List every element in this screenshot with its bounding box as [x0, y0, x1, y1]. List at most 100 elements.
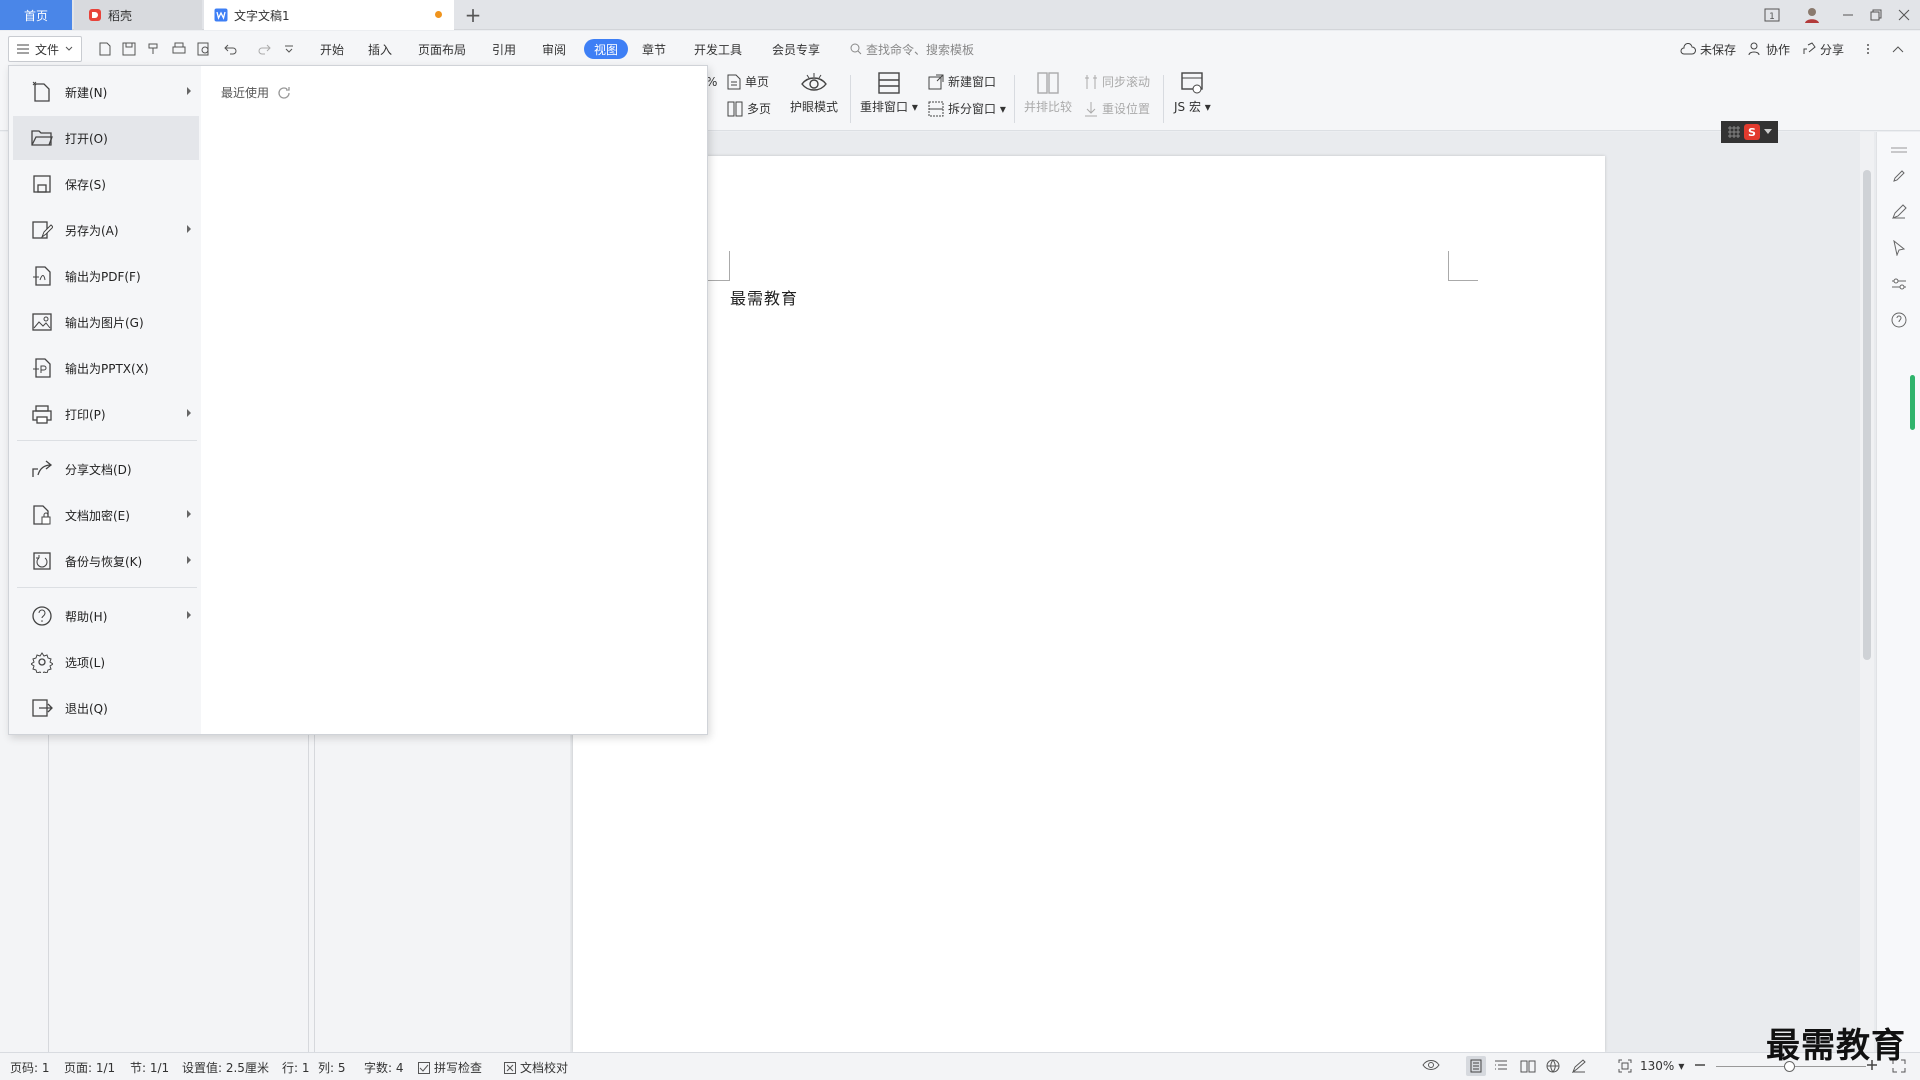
menu-item-label: 帮助(H): [65, 609, 108, 624]
menu-item-save[interactable]: 保存(S): [13, 162, 199, 206]
tab-view[interactable]: 视图: [584, 39, 629, 59]
collab-button[interactable]: 协作: [1748, 39, 1790, 59]
fit-page-icon[interactable]: [1618, 1059, 1632, 1073]
tab-page-layout[interactable]: 页面布局: [412, 39, 472, 59]
eye-mode-button[interactable]: 护眼模式: [790, 71, 838, 115]
zoom-out-icon[interactable]: [1694, 1059, 1706, 1071]
outline-view-icon[interactable]: [1494, 1059, 1508, 1073]
close-icon[interactable]: [1890, 0, 1918, 30]
new-tab-button[interactable]: +: [460, 0, 486, 30]
web-view-icon[interactable]: [1546, 1059, 1560, 1073]
cloud-icon: [1680, 43, 1696, 55]
tab-references[interactable]: 引用: [486, 39, 522, 59]
file-menu-list: 新建(N) 打开(O) 保存(S) 另存为(A) 输出为PDF(F) 输出为图片…: [9, 66, 201, 734]
refresh-icon[interactable]: [277, 86, 291, 100]
recent-label: 最近使用: [221, 86, 270, 100]
eye-mode-status-icon[interactable]: [1422, 1059, 1440, 1071]
tab-review[interactable]: 审阅: [536, 39, 572, 59]
zoom-level-dropdown[interactable]: 130% ▾: [1640, 1059, 1684, 1073]
menu-item-new[interactable]: 新建(N): [13, 70, 199, 114]
menu-item-export-image[interactable]: 输出为图片(G): [13, 300, 199, 344]
js-macro-button[interactable]: JS 宏 ▾: [1174, 71, 1211, 115]
status-row[interactable]: 行: 1: [282, 1059, 310, 1076]
layout-icon[interactable]: 1: [1758, 0, 1786, 30]
rearrange-window-button[interactable]: 重排窗口 ▾: [860, 71, 918, 115]
new-file-icon[interactable]: [96, 40, 114, 58]
menu-item-options[interactable]: 选项(L): [13, 640, 199, 684]
more-icon[interactable]: [1866, 39, 1870, 59]
print-preview-icon[interactable]: [195, 40, 213, 58]
status-section[interactable]: 节: 1/1: [130, 1059, 169, 1076]
tab-dev-tools[interactable]: 开发工具: [688, 39, 748, 59]
menu-item-share[interactable]: 分享文档(D): [13, 447, 199, 491]
menu-item-open[interactable]: 打开(O): [13, 116, 199, 160]
command-search[interactable]: 查找命令、搜索模板: [850, 39, 974, 59]
sliders-icon[interactable]: [1889, 274, 1909, 294]
tab-daoke[interactable]: 稻壳: [74, 0, 202, 30]
status-setting-value[interactable]: 设置值: 2.5厘米: [182, 1059, 269, 1076]
drag-handle-icon[interactable]: [1889, 140, 1909, 160]
print-icon[interactable]: [170, 40, 188, 58]
tab-start[interactable]: 开始: [314, 39, 350, 59]
menu-item-encrypt[interactable]: 文档加密(E): [13, 493, 199, 537]
status-word-count[interactable]: 字数: 4: [364, 1059, 404, 1076]
save-icon[interactable]: [120, 40, 138, 58]
menu-item-label: 打开(O): [65, 131, 108, 146]
new-window-button[interactable]: 新建窗口: [928, 73, 996, 90]
collapse-ribbon-icon[interactable]: [1892, 39, 1904, 59]
menu-item-export-pptx[interactable]: 输出为PPTX(X): [13, 346, 199, 390]
tab-document-label: 文字文稿1: [234, 8, 290, 23]
reset-position-button[interactable]: 重设位置: [1084, 100, 1150, 117]
menu-item-save-as[interactable]: 另存为(A): [13, 208, 199, 252]
settings-icon: [29, 649, 55, 675]
menu-item-help[interactable]: 帮助(H): [13, 594, 199, 638]
menu-item-backup[interactable]: 备份与恢复(K): [13, 539, 199, 583]
share-button[interactable]: 分享: [1802, 39, 1844, 59]
daoke-logo-icon: [89, 9, 101, 21]
unsaved-button[interactable]: 未保存: [1680, 39, 1736, 59]
rocket-icon[interactable]: [1889, 166, 1909, 186]
minimize-icon[interactable]: [1834, 0, 1862, 30]
format-painter-icon[interactable]: [145, 40, 163, 58]
tab-member[interactable]: 会员专享: [766, 39, 826, 59]
spell-check-button[interactable]: 拼写检查: [418, 1059, 482, 1076]
submenu-arrow-icon: [187, 225, 191, 233]
cursor-icon[interactable]: [1889, 238, 1909, 258]
file-menu-button[interactable]: 文件: [8, 36, 82, 62]
help-icon[interactable]: [1889, 310, 1909, 330]
tab-insert[interactable]: 插入: [362, 39, 398, 59]
customize-toolbar-icon[interactable]: [280, 40, 298, 58]
tab-daoke-label: 稻壳: [108, 8, 133, 23]
compare-icon: [1037, 72, 1059, 94]
restore-icon[interactable]: [1862, 0, 1890, 30]
tab-home[interactable]: 首页: [0, 0, 72, 30]
write-view-icon[interactable]: [1572, 1059, 1586, 1073]
exit-icon: [29, 695, 55, 721]
sync-scroll-button[interactable]: 同步滚动: [1084, 73, 1150, 90]
redo-icon[interactable]: [255, 40, 273, 58]
single-page-button[interactable]: 单页: [727, 73, 769, 90]
document-page[interactable]: [573, 156, 1605, 1052]
user-avatar[interactable]: [1798, 0, 1826, 30]
menu-item-exit[interactable]: 退出(Q): [13, 686, 199, 730]
pane-divider[interactable]: [314, 700, 315, 1052]
status-page-number[interactable]: 页码: 1: [10, 1059, 50, 1076]
compare-button[interactable]: 并排比较: [1024, 71, 1072, 115]
read-view-icon[interactable]: [1520, 1059, 1536, 1073]
scrollbar-thumb[interactable]: [1863, 170, 1871, 660]
doc-proof-button[interactable]: 文档校对: [504, 1059, 568, 1076]
ime-toolbar[interactable]: S: [1721, 121, 1778, 143]
tab-chapter[interactable]: 章节: [636, 39, 672, 59]
menu-item-print[interactable]: 打印(P): [13, 392, 199, 436]
tab-document[interactable]: 文字文稿1: [204, 0, 454, 30]
undo-icon[interactable]: [222, 40, 240, 58]
multi-page-button[interactable]: 多页: [727, 100, 771, 117]
menu-item-export-pdf[interactable]: 输出为PDF(F): [13, 254, 199, 298]
pen-icon[interactable]: [1889, 202, 1909, 222]
right-sidebar: [1876, 132, 1920, 1052]
document-text[interactable]: 最需教育: [730, 285, 798, 309]
status-column[interactable]: 列: 5: [318, 1059, 346, 1076]
split-window-button[interactable]: 拆分窗口 ▾: [928, 100, 1006, 117]
status-pages[interactable]: 页面: 1/1: [64, 1059, 115, 1076]
page-view-icon[interactable]: [1466, 1056, 1486, 1076]
